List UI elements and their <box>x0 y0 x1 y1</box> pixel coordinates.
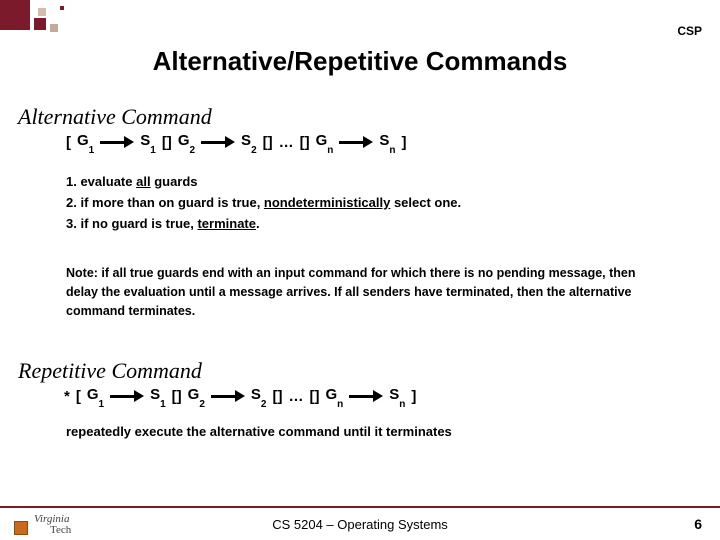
arrow-icon <box>100 136 134 148</box>
page-title: Alternative/Repetitive Commands <box>0 46 720 77</box>
footer-course: CS 5204 – Operating Systems <box>0 517 720 532</box>
rep-syntax: * [ G1 S1 [] G2 S2 [] … [] Gn Sn ] <box>64 386 416 406</box>
alt-rules: 1. evaluate all guards 2. if more than o… <box>66 172 461 234</box>
arrow-icon <box>201 136 235 148</box>
alt-heading: Alternative Command <box>18 104 212 130</box>
rule-1: 1. evaluate all guards <box>66 172 461 193</box>
header-decor <box>0 0 720 30</box>
header-label: CSP <box>677 24 702 38</box>
arrow-icon <box>339 136 373 148</box>
rep-heading: Repetitive Command <box>18 358 202 384</box>
page-number: 6 <box>694 516 702 532</box>
alt-syntax: [ G1 S1 [] G2 S2 [] … [] Gn Sn ] <box>66 132 407 152</box>
arrow-icon <box>110 390 144 402</box>
footer: Virginia Tech CS 5204 – Operating System… <box>0 506 720 540</box>
arrow-icon <box>211 390 245 402</box>
alt-note: Note: if all true guards end with an inp… <box>66 264 666 320</box>
rule-2: 2. if more than on guard is true, nondet… <box>66 193 461 214</box>
rule-3: 3. if no guard is true, terminate. <box>66 214 461 235</box>
rep-desc: repeatedly execute the alternative comma… <box>66 424 452 439</box>
arrow-icon <box>349 390 383 402</box>
